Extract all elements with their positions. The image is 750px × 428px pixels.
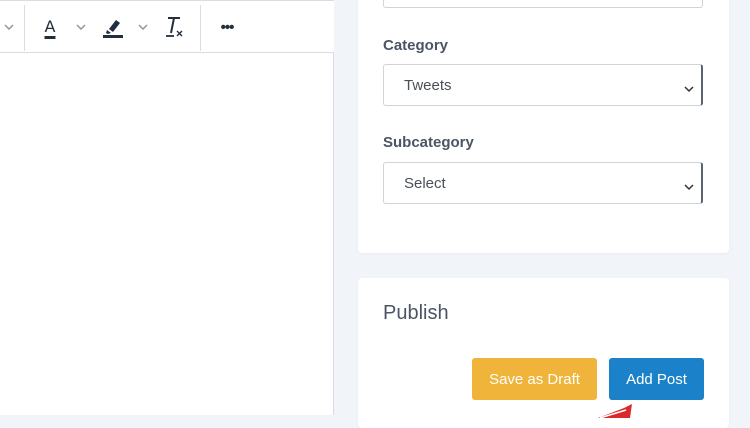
font-color-letter: A	[44, 17, 56, 36]
rich-text-editor: A •••	[0, 0, 334, 415]
chevron-down-icon[interactable]	[2, 13, 16, 41]
pointer-arrow-icon	[598, 404, 632, 418]
category-select[interactable]: Tweets	[383, 64, 703, 106]
editor-toolbar: A •••	[0, 0, 334, 53]
add-post-button[interactable]: Add Post	[609, 358, 704, 400]
chevron-down-icon[interactable]	[72, 13, 90, 41]
category-label: Category	[383, 37, 449, 54]
highlight-marker-icon[interactable]	[99, 13, 127, 41]
previous-field-input[interactable]	[383, 0, 703, 8]
clear-formatting-icon[interactable]	[160, 13, 188, 41]
save-as-draft-button[interactable]: Save as Draft	[472, 358, 597, 400]
publish-title: Publish	[383, 302, 449, 324]
post-settings-panel: Category Tweets Subcategory Select	[358, 0, 729, 253]
publish-panel: Publish Save as Draft Add Post	[358, 278, 729, 428]
font-color-icon[interactable]: A	[36, 13, 64, 41]
chevron-down-icon	[684, 81, 694, 93]
subcategory-select[interactable]: Select	[383, 162, 703, 204]
toolbar-divider	[24, 5, 25, 51]
subcategory-label: Subcategory	[383, 134, 474, 151]
chevron-down-icon[interactable]	[134, 13, 152, 41]
chevron-down-icon	[684, 179, 694, 191]
more-icon[interactable]: •••	[212, 13, 242, 41]
toolbar-divider	[200, 5, 201, 51]
category-selected-value: Tweets	[404, 76, 452, 94]
subcategory-selected-value: Select	[404, 174, 446, 192]
